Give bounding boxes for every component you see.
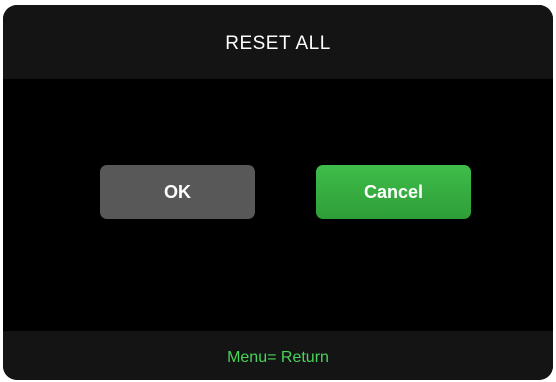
reset-all-dialog: RESET ALL OK Cancel Menu= Return bbox=[3, 5, 553, 380]
dialog-header: RESET ALL bbox=[3, 5, 553, 79]
dialog-footer: Menu= Return bbox=[3, 331, 553, 380]
menu-return-hint: Menu= Return bbox=[227, 348, 329, 366]
ok-button[interactable]: OK bbox=[100, 165, 255, 219]
dialog-body: OK Cancel bbox=[3, 79, 553, 331]
dialog-title: RESET ALL bbox=[225, 33, 331, 54]
cancel-button[interactable]: Cancel bbox=[316, 165, 471, 219]
